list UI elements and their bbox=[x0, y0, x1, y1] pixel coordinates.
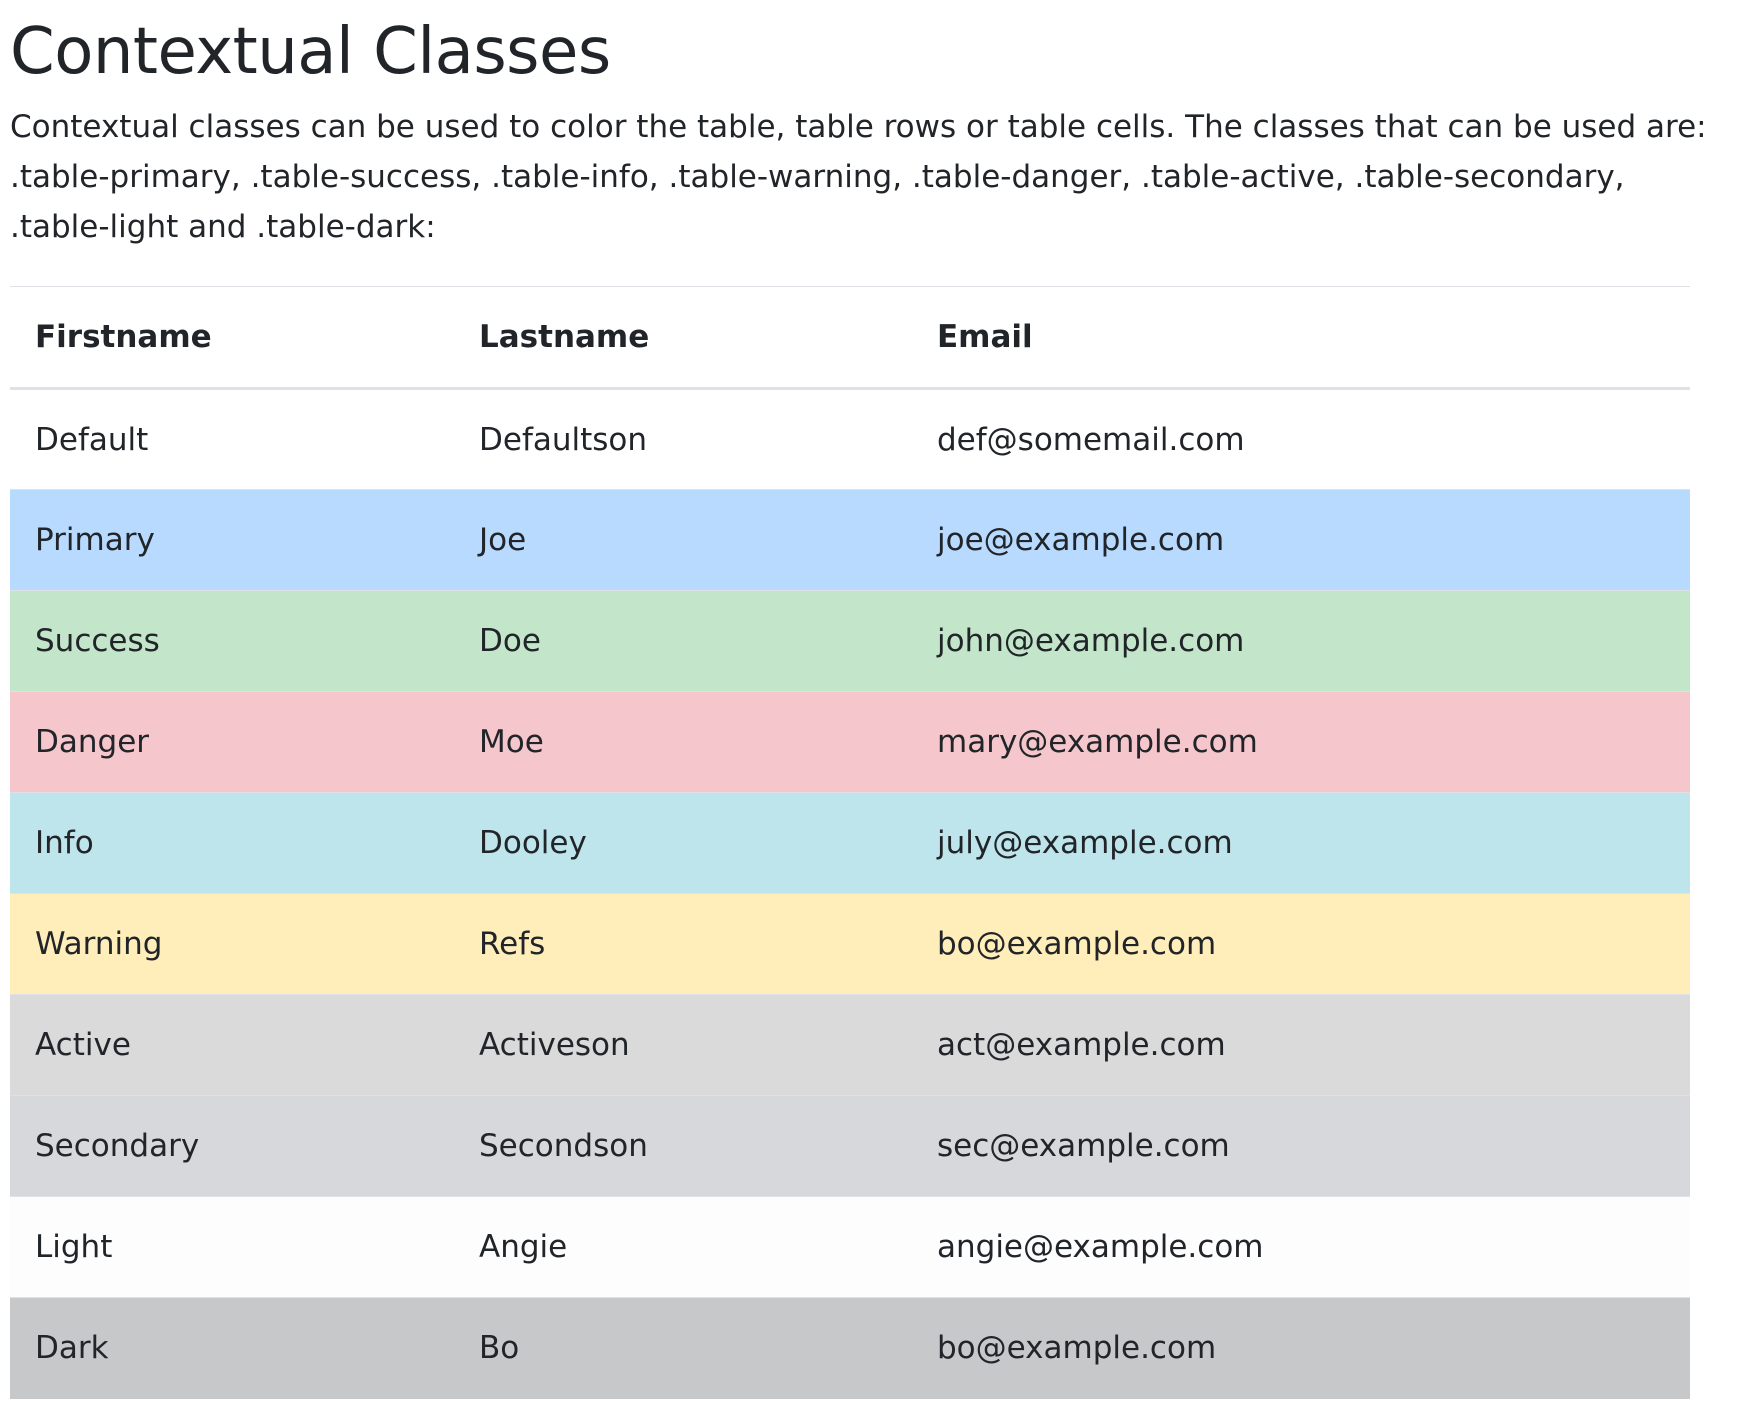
cell-lastname: Activeson bbox=[454, 994, 912, 1096]
table-row-danger: Danger Moe mary@example.com bbox=[10, 691, 1690, 793]
cell-lastname: Defaultson bbox=[479, 421, 648, 458]
cell-email: def@somemail.com bbox=[937, 421, 1245, 458]
cell-email: joe@example.com bbox=[912, 489, 1690, 591]
cell-email: angie@example.com bbox=[912, 1196, 1690, 1298]
cell-firstname: Light bbox=[10, 1196, 454, 1298]
table-row-info: Info Dooley july@example.com bbox=[10, 792, 1690, 894]
cell-lastname: Doe bbox=[454, 590, 912, 692]
cell-lastname: Moe bbox=[454, 691, 912, 793]
cell-lastname: Dooley bbox=[454, 792, 912, 894]
cell-lastname: Angie bbox=[454, 1196, 912, 1298]
table-row-secondary: Secondary Secondson sec@example.com bbox=[10, 1095, 1690, 1197]
cell-email: john@example.com bbox=[912, 590, 1690, 692]
table-row-default: Default Defaultson def@somemail.com bbox=[10, 388, 1690, 490]
cell-firstname: Success bbox=[10, 590, 454, 692]
cell-email: bo@example.com bbox=[912, 1297, 1690, 1399]
cell-lastname: Secondson bbox=[454, 1095, 912, 1197]
cell-lastname: Joe bbox=[454, 489, 912, 591]
header-firstname: Firstname bbox=[10, 286, 454, 390]
table-body: Default Defaultson def@somemail.com Prim… bbox=[10, 388, 1690, 1399]
cell-firstname: Info bbox=[10, 792, 454, 894]
table-row-active: Active Activeson act@example.com bbox=[10, 994, 1690, 1096]
cell-firstname: Dark bbox=[10, 1297, 454, 1399]
cell-email: sec@example.com bbox=[912, 1095, 1690, 1197]
cell-firstname: Secondary bbox=[10, 1095, 454, 1197]
table-row-primary: Primary Joe joe@example.com bbox=[10, 489, 1690, 591]
cell-email: act@example.com bbox=[912, 994, 1690, 1096]
cell-firstname: Warning bbox=[10, 893, 454, 995]
header-email: Email bbox=[912, 286, 1690, 390]
cell-firstname: Default bbox=[35, 421, 149, 458]
cell-email: mary@example.com bbox=[912, 691, 1690, 793]
page-title: Contextual Classes bbox=[10, 15, 611, 89]
table-row-light: Light Angie angie@example.com bbox=[10, 1196, 1690, 1298]
cell-lastname: Refs bbox=[454, 893, 912, 995]
table-row-dark: Dark Bo bo@example.com bbox=[10, 1297, 1690, 1399]
header-row: Firstname Lastname Email bbox=[10, 286, 1690, 390]
contextual-table: Firstname Lastname Email Default Default… bbox=[10, 286, 1690, 1399]
cell-email: july@example.com bbox=[912, 792, 1690, 894]
cell-firstname: Primary bbox=[10, 489, 454, 591]
table-row-warning: Warning Refs bo@example.com bbox=[10, 893, 1690, 995]
page: Contextual Classes Contextual classes ca… bbox=[0, 0, 1752, 1406]
header-lastname: Lastname bbox=[454, 286, 912, 390]
cell-email: bo@example.com bbox=[912, 893, 1690, 995]
table-header: Firstname Lastname Email bbox=[10, 286, 1690, 390]
table-row-success: Success Doe john@example.com bbox=[10, 590, 1690, 692]
cell-firstname: Active bbox=[10, 994, 454, 1096]
cell-lastname: Bo bbox=[454, 1297, 912, 1399]
intro-text: Contextual classes can be used to color … bbox=[10, 109, 1707, 245]
cell-firstname: Danger bbox=[10, 691, 454, 793]
